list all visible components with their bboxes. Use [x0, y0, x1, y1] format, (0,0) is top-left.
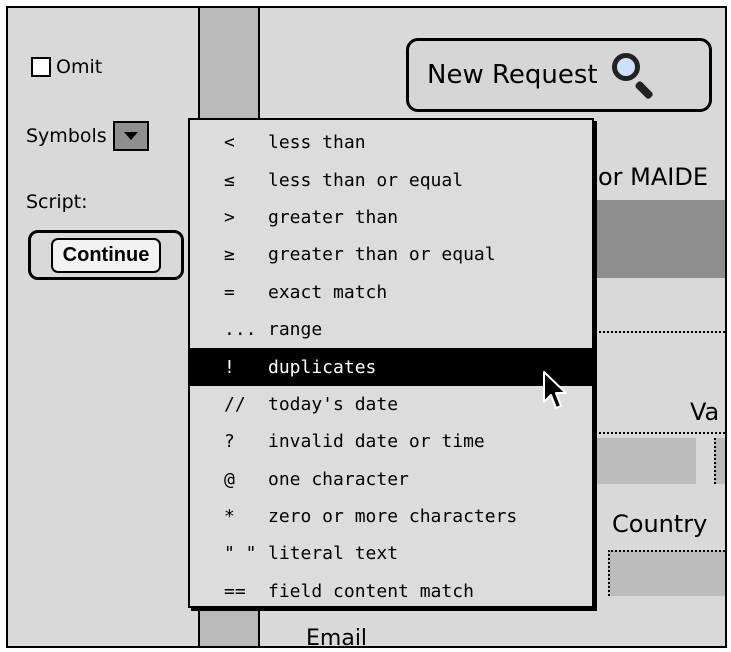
menu-item-symbol: ?: [224, 431, 235, 453]
menu-item[interactable]: ? invalid date or time: [190, 423, 592, 460]
symbols-menu: < less than ≤ less than or equal > greater th…: [188, 118, 594, 608]
menu-item-label: literal text: [268, 543, 399, 565]
omit-checkbox[interactable]: [31, 57, 51, 77]
script-row: Script:: [26, 191, 88, 213]
menu-item[interactable]: < less than: [190, 124, 592, 161]
symbols-label: Symbols: [26, 125, 107, 147]
menu-item[interactable]: // today's date: [190, 386, 592, 423]
omit-label: Omit: [56, 56, 103, 78]
menu-item[interactable]: * zero or more characters: [190, 498, 592, 535]
menu-item-symbol: >: [224, 206, 235, 228]
menu-item-label: less than or equal: [268, 169, 464, 191]
menu-item-label: invalid date or time: [268, 431, 485, 453]
menu-item[interactable]: ! duplicates: [190, 348, 592, 386]
menu-item-label: greater than: [268, 206, 399, 228]
symbols-dropdown-button[interactable]: [112, 121, 149, 151]
menu-item[interactable]: = exact match: [190, 274, 592, 311]
status-area: Omit Symbols Script: Continue: [8, 8, 200, 646]
continue-button[interactable]: Continue: [28, 230, 184, 280]
menu-item-label: exact match: [268, 281, 388, 303]
script-label: Script:: [26, 191, 88, 213]
menu-item[interactable]: ... range: [190, 311, 592, 348]
new-request-label: New Request: [427, 60, 598, 90]
menu-item[interactable]: ≥ greater than or equal: [190, 236, 592, 273]
magnifier-icon: [610, 51, 658, 100]
field-input-a[interactable]: [588, 438, 696, 484]
country-field-label: Country: [612, 510, 708, 538]
field-input-b[interactable]: [714, 438, 725, 484]
omit-control[interactable]: Omit: [31, 56, 102, 78]
menu-item-symbol: ==: [224, 580, 246, 602]
menu-item-symbol: ≥: [224, 244, 235, 266]
new-request-button[interactable]: New Request: [406, 38, 712, 112]
menu-item[interactable]: @ one character: [190, 461, 592, 498]
menu-item-label: today's date: [268, 393, 399, 415]
menu-item-label: zero or more characters: [268, 506, 518, 528]
country-field-input[interactable]: [608, 550, 725, 596]
menu-item-symbol: ≤: [224, 169, 235, 191]
menu-item[interactable]: ≤ less than or equal: [190, 161, 592, 198]
menu-item-label: one character: [268, 468, 409, 490]
menu-item-symbol: !: [224, 356, 235, 378]
email-field-label: Email: [306, 626, 368, 648]
symbols-control[interactable]: Symbols: [26, 121, 149, 151]
menu-item-symbol: @: [224, 468, 235, 490]
menu-item[interactable]: == field content match: [190, 573, 592, 610]
triangle-down-icon: [123, 132, 138, 140]
menu-item[interactable]: > greater than: [190, 199, 592, 236]
menu-item-label: less than: [268, 132, 366, 154]
menu-item-symbol: =: [224, 281, 235, 303]
field-band: [588, 200, 725, 278]
window-frame: Omit Symbols Script: Continue New Reques…: [6, 6, 727, 648]
menu-item-label: greater than or equal: [268, 244, 496, 266]
menu-item-label: range: [268, 319, 323, 341]
dotted-divider-2: [588, 432, 725, 434]
arrow-cursor-icon: [543, 371, 567, 409]
menu-item-label: field content match: [268, 580, 474, 602]
menu-item[interactable]: " " literal text: [190, 535, 592, 572]
menu-item-symbol: <: [224, 132, 235, 154]
va-field-label: Va: [690, 398, 720, 426]
menu-item-symbol: //: [224, 393, 246, 415]
maiden-field-label: or MAIDE: [598, 163, 709, 191]
menu-item-symbol: ...: [224, 319, 257, 341]
menu-item-symbol: *: [224, 506, 235, 528]
menu-item-symbol: " ": [224, 543, 257, 565]
dotted-divider: [588, 331, 725, 333]
continue-label: Continue: [50, 237, 162, 273]
menu-item-label: duplicates: [268, 356, 377, 378]
